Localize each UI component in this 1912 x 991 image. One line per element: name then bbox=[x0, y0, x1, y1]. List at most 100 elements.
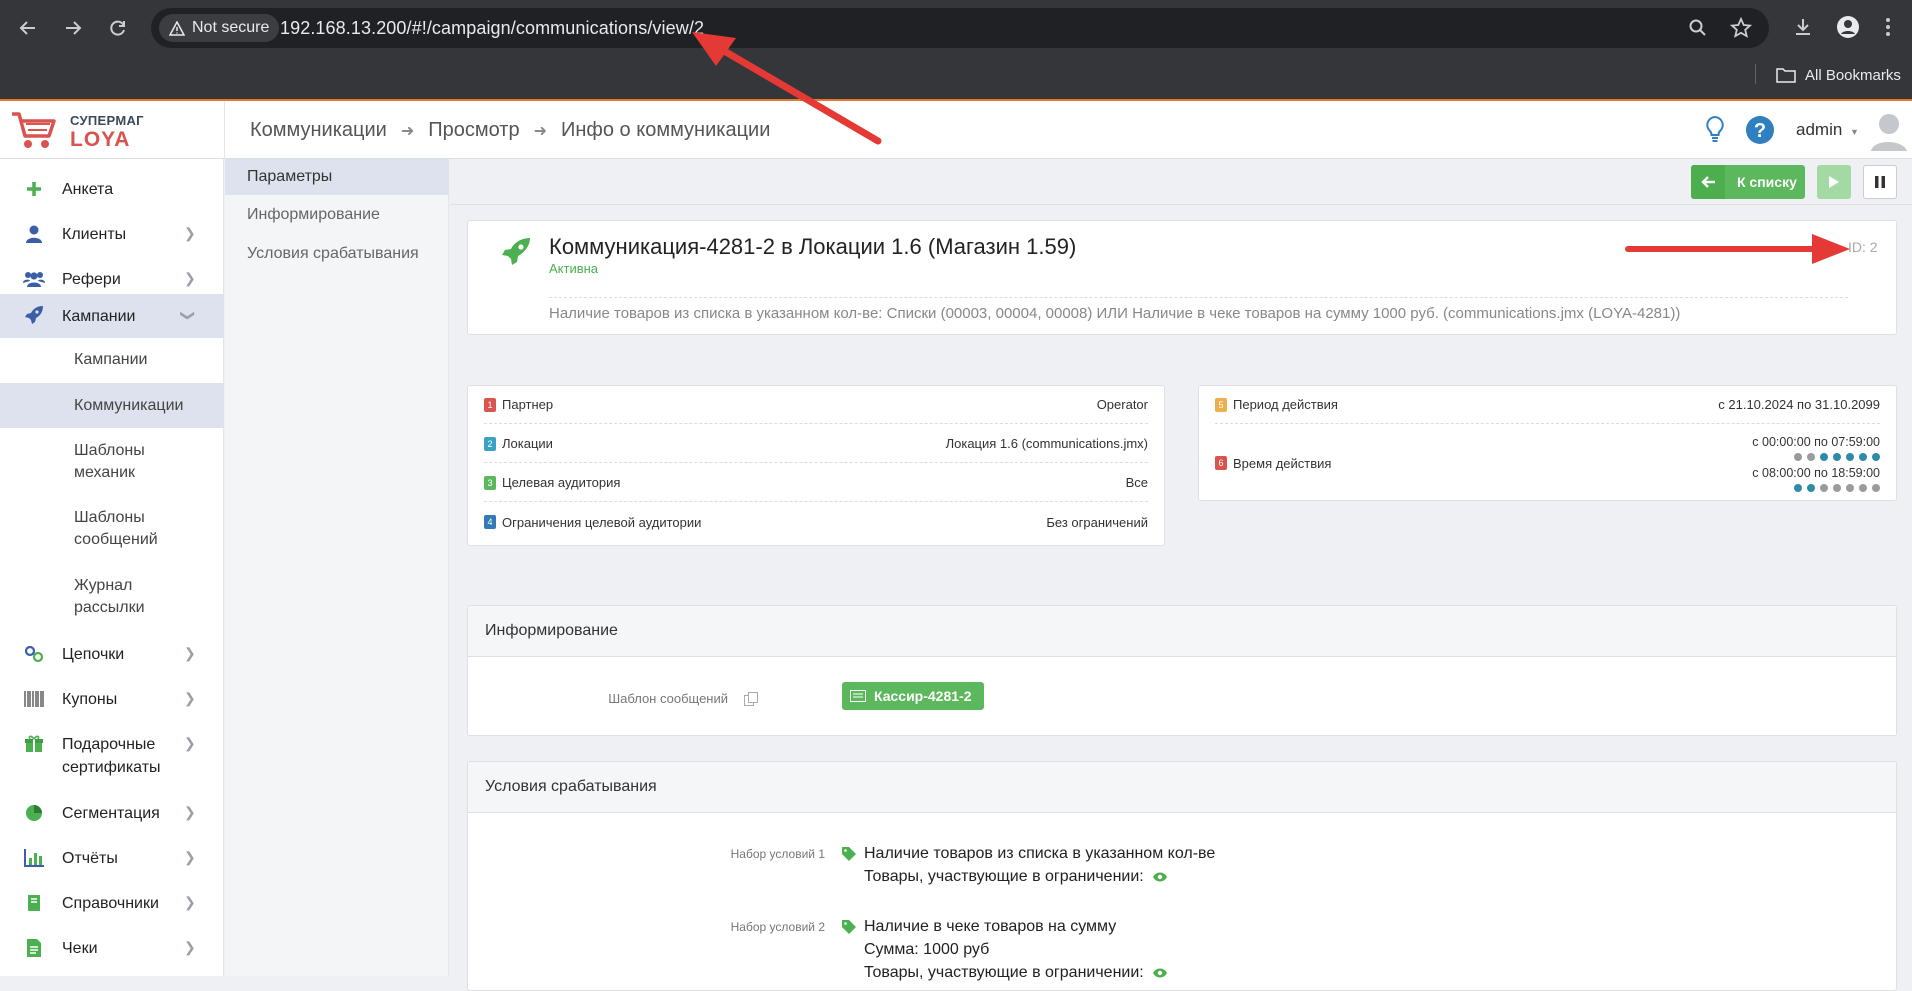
back-to-list-button[interactable]: К списку bbox=[1691, 165, 1805, 199]
param-label: Партнер bbox=[502, 397, 554, 412]
sidebar-item-label: Рефери bbox=[62, 271, 121, 288]
breadcrumb-view[interactable]: Просмотр bbox=[428, 119, 519, 142]
reload-icon[interactable] bbox=[102, 12, 134, 44]
section-heading: Условия срабатывания bbox=[468, 762, 1896, 813]
browser-chrome: Not secure 192.168.13.200/#!/campaign/co… bbox=[0, 0, 1912, 100]
eye-icon[interactable] bbox=[1152, 968, 1168, 978]
app-logo[interactable]: СУПЕРМАГ LOYA bbox=[10, 108, 220, 154]
receipt-icon bbox=[23, 937, 45, 959]
sidebar-subitem-mechanic-templates[interactable]: Шаблоны механик bbox=[0, 440, 224, 484]
play-button[interactable] bbox=[1817, 165, 1851, 199]
zoom-icon[interactable] bbox=[1683, 13, 1713, 43]
sidebar-item-gift-certificates[interactable]: Подарочные сертификаты ❯ bbox=[0, 733, 224, 793]
avatar[interactable] bbox=[1871, 111, 1907, 151]
param-row-audience-limits: 4 Ограничения целевой аудитории Без огра… bbox=[484, 503, 1148, 541]
profile-icon[interactable] bbox=[1833, 12, 1863, 42]
time-slot-range: с 00:00:00 по 07:59:00 bbox=[1752, 434, 1880, 449]
rocket-icon bbox=[502, 238, 530, 265]
section-nav-informing[interactable]: Информирование bbox=[225, 197, 449, 233]
param-row-locations: 2 Локации Локация 1.6 (communications.jm… bbox=[484, 425, 1148, 463]
back-arrow-icon[interactable] bbox=[12, 12, 44, 44]
sidebar-item-reports[interactable]: Отчёты ❯ bbox=[0, 847, 224, 885]
sidebar-item-campaigns[interactable]: Кампании ❯ bbox=[0, 294, 224, 338]
weekday-dot bbox=[1820, 483, 1828, 492]
sidebar-item-coupons[interactable]: Купоны ❯ bbox=[0, 688, 224, 726]
menu-kebab-icon[interactable] bbox=[1873, 12, 1903, 42]
sidebar-subitem-campaigns[interactable]: Кампании bbox=[0, 349, 224, 371]
svg-text:?: ? bbox=[1754, 120, 1766, 142]
condition-set-label: Набор условий 1 bbox=[730, 847, 825, 861]
communication-title: Коммуникация-4281-2 в Локации 1.6 (Магаз… bbox=[549, 234, 1077, 259]
security-chip[interactable]: Not secure bbox=[159, 14, 280, 42]
warning-icon bbox=[169, 20, 185, 36]
sidebar: Анкета Клиенты ❯ Рефери ❯ Кампании ❯ Кам… bbox=[0, 159, 224, 976]
sidebar-item-label: Чеки bbox=[62, 940, 98, 957]
condition-set-label: Набор условий 2 bbox=[730, 920, 825, 934]
download-icon[interactable] bbox=[1788, 12, 1818, 42]
section-heading: Информирование bbox=[468, 606, 1896, 657]
sidebar-subitem-communications[interactable]: Коммуникации bbox=[0, 383, 224, 428]
time-slot-range: с 08:00:00 по 18:59:00 bbox=[1752, 465, 1880, 480]
chain-icon bbox=[23, 643, 45, 665]
weekday-dot bbox=[1872, 483, 1880, 492]
security-label: Not secure bbox=[192, 19, 270, 36]
sidebar-item-clients[interactable]: Клиенты ❯ bbox=[0, 215, 224, 253]
param-label: Локации bbox=[502, 436, 553, 451]
sidebar-item-label: Купоны bbox=[62, 691, 118, 708]
user-menu[interactable]: admin ▼ bbox=[1796, 120, 1859, 140]
folder-icon bbox=[1776, 68, 1796, 83]
play-icon bbox=[1829, 176, 1839, 188]
step-badge: 4 bbox=[484, 515, 496, 529]
copy-icon[interactable] bbox=[744, 692, 758, 706]
tag-icon bbox=[842, 847, 856, 861]
weekday-dot bbox=[1794, 452, 1802, 461]
sidebar-item-label: Отчёты bbox=[62, 850, 118, 867]
all-bookmarks-button[interactable]: All Bookmarks bbox=[1776, 64, 1901, 86]
sidebar-item-segmentation[interactable]: Сегментация ❯ bbox=[0, 802, 224, 840]
trigger-conditions-section: Условия срабатывания Набор условий 1 Нал… bbox=[467, 761, 1897, 991]
sidebar-item-questionnaire[interactable]: Анкета bbox=[0, 170, 224, 208]
sidebar-item-label: Анкета bbox=[62, 181, 114, 198]
eye-icon[interactable] bbox=[1152, 872, 1168, 882]
lightbulb-icon[interactable] bbox=[1705, 115, 1725, 145]
sidebar-item-directories[interactable]: Справочники ❯ bbox=[0, 892, 224, 930]
param-value: Все bbox=[1125, 475, 1148, 490]
pause-button[interactable] bbox=[1863, 165, 1897, 199]
weekday-dots bbox=[1752, 452, 1880, 461]
help-icon[interactable]: ? bbox=[1745, 115, 1775, 145]
section-nav-trigger-conditions[interactable]: Условия срабатывания bbox=[225, 236, 449, 272]
sidebar-subitem-message-templates[interactable]: Шаблоны сообщений bbox=[0, 507, 224, 551]
message-list-icon bbox=[850, 690, 866, 702]
bookmark-star-icon[interactable] bbox=[1726, 13, 1756, 43]
weekday-dot bbox=[1859, 483, 1867, 492]
weekday-dots bbox=[1752, 483, 1880, 492]
chevron-right-icon: ❯ bbox=[184, 645, 196, 661]
communication-card: Коммуникация-4281-2 в Локации 1.6 (Магаз… bbox=[467, 220, 1897, 335]
sidebar-item-label: Кампании bbox=[62, 308, 136, 325]
sidebar-item-receipts[interactable]: Чеки ❯ bbox=[0, 937, 224, 975]
weekday-dot bbox=[1846, 483, 1854, 492]
logo-top-text: СУПЕРМАГ bbox=[70, 113, 144, 128]
sidebar-item-referrers[interactable]: Рефери ❯ bbox=[0, 260, 224, 298]
address-bar[interactable]: Not secure 192.168.13.200/#!/campaign/co… bbox=[151, 8, 1769, 48]
users-icon bbox=[23, 268, 45, 290]
sidebar-item-label: Цепочки bbox=[62, 646, 125, 663]
step-badge: 2 bbox=[484, 436, 496, 451]
all-bookmarks-label: All Bookmarks bbox=[1805, 66, 1901, 84]
param-row-audience: 3 Целевая аудитория Все bbox=[484, 464, 1148, 502]
section-nav: Параметры Информирование Условия срабаты… bbox=[225, 159, 449, 976]
toolbar-divider bbox=[1755, 64, 1756, 84]
caret-down-icon: ▼ bbox=[1850, 127, 1859, 137]
section-nav-parameters[interactable]: Параметры bbox=[225, 159, 449, 195]
forward-arrow-icon[interactable] bbox=[57, 12, 89, 44]
main-content: К списку Коммуникация-4281-2 в Локации 1… bbox=[450, 159, 1912, 991]
sidebar-item-chains[interactable]: Цепочки ❯ bbox=[0, 643, 224, 681]
time-slots: с 00:00:00 по 07:59:00 с 08:00:00 по 18:… bbox=[1752, 435, 1880, 492]
url-text[interactable]: 192.168.13.200/#!/campaign/communication… bbox=[280, 18, 704, 39]
condition-name: Наличие товаров из списка в указанном ко… bbox=[864, 845, 1216, 862]
chevron-right-icon: ❯ bbox=[184, 690, 196, 706]
sidebar-subitem-mailing-log[interactable]: Журнал рассылки bbox=[0, 575, 224, 619]
message-template-button[interactable]: Кассир-4281-2 bbox=[842, 682, 984, 710]
sidebar-item-label: Подарочные сертификаты bbox=[62, 736, 161, 776]
breadcrumb-communications[interactable]: Коммуникации bbox=[250, 119, 387, 142]
